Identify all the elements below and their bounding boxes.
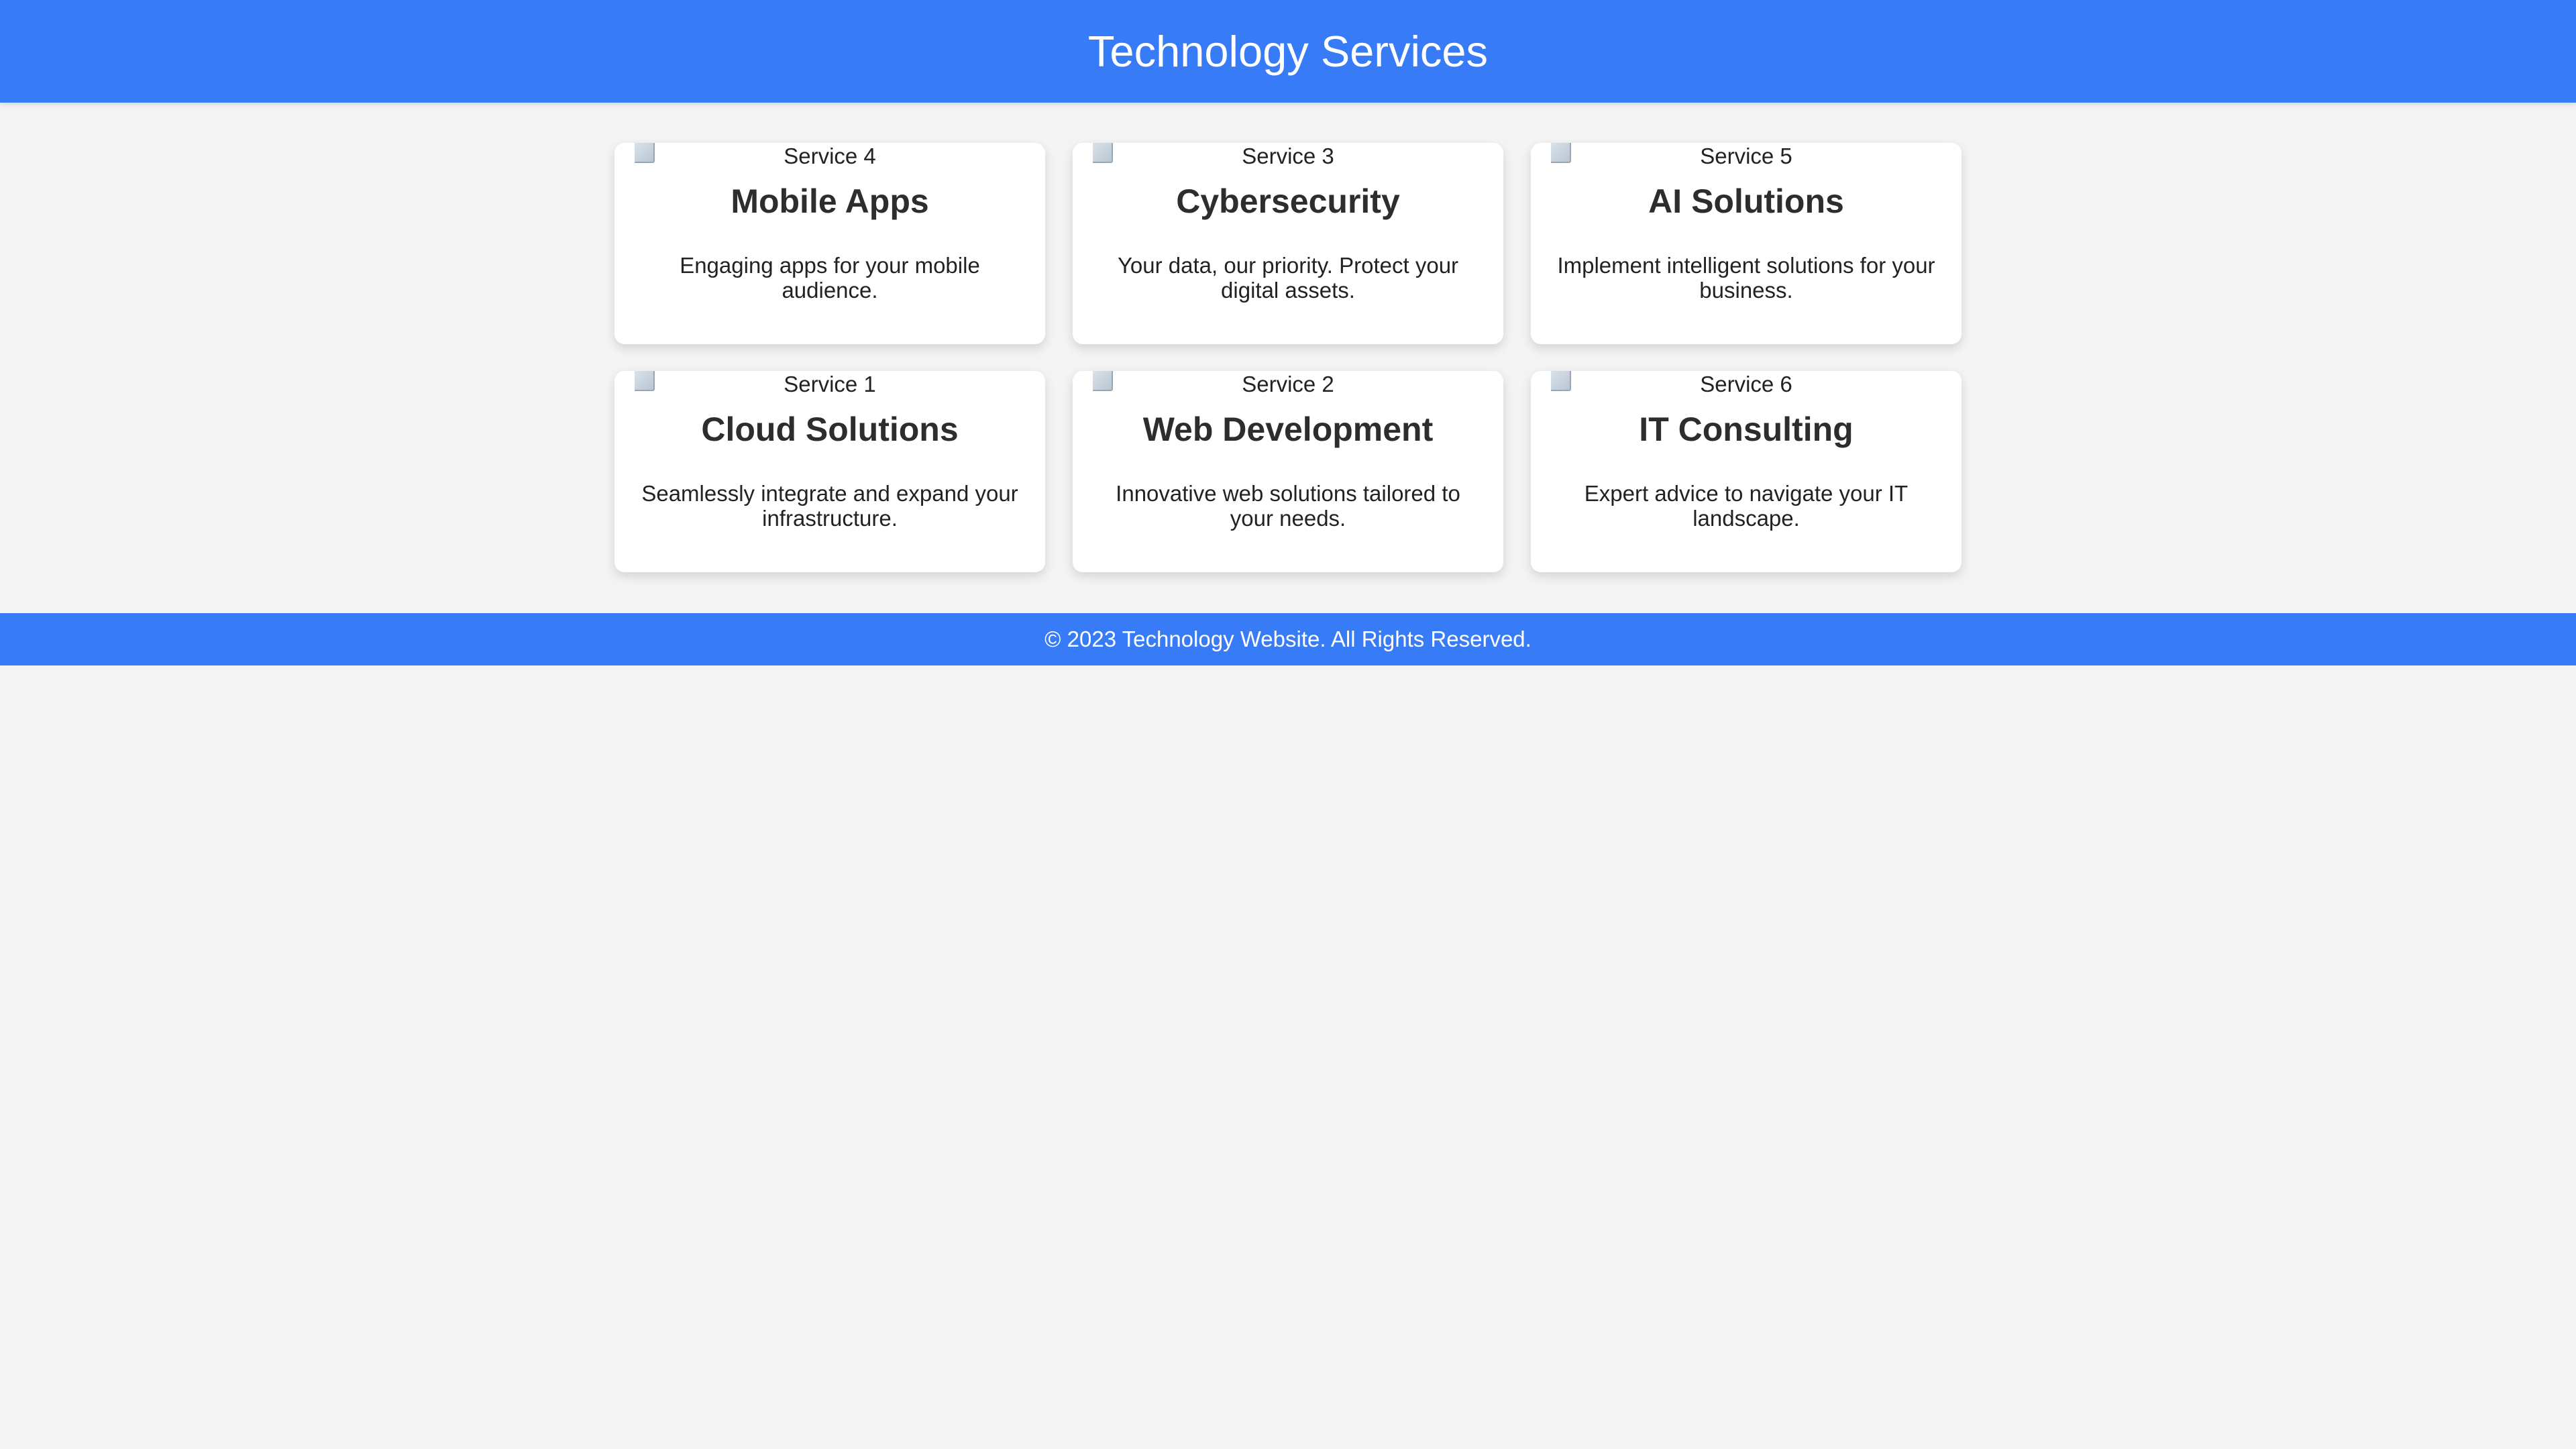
service-card: Service 4 Mobile Apps Engaging apps for …: [614, 143, 1045, 344]
broken-image-icon: [1093, 371, 1113, 391]
site-footer: © 2023 Technology Website. All Rights Re…: [0, 613, 2576, 665]
service-title: Cybersecurity: [1176, 182, 1400, 220]
broken-image-icon: [635, 371, 655, 391]
site-header: Technology Services: [0, 0, 2576, 103]
service-title: AI Solutions: [1648, 182, 1844, 220]
service-image-alt: Service 4: [784, 144, 876, 168]
page-title: Technology Services: [1087, 27, 1489, 76]
broken-image-icon: [635, 143, 655, 163]
service-title: IT Consulting: [1639, 411, 1854, 448]
service-image: Service 3: [1093, 143, 1483, 170]
service-image: Service 6: [1551, 371, 1941, 398]
copyright-text: © 2023 Technology Website. All Rights Re…: [1044, 627, 1532, 651]
service-description: Innovative web solutions tailored to you…: [1116, 481, 1460, 531]
service-image-alt: Service 3: [1242, 144, 1334, 168]
service-image-alt: Service 6: [1700, 372, 1792, 396]
service-card: Service 3 Cybersecurity Your data, our p…: [1073, 143, 1503, 344]
service-image: Service 1: [635, 371, 1025, 398]
services-grid: Service 4 Mobile Apps Engaging apps for …: [614, 143, 1962, 572]
service-title: Mobile Apps: [731, 182, 929, 220]
broken-image-icon: [1093, 143, 1113, 163]
service-image-alt: Service 2: [1242, 372, 1334, 396]
service-title: Web Development: [1142, 411, 1434, 448]
service-image: Service 4: [635, 143, 1025, 170]
service-description: Implement intelligent solutions for your…: [1557, 253, 1935, 303]
service-title: Cloud Solutions: [701, 411, 959, 448]
service-description: Your data, our priority. Protect your di…: [1117, 253, 1459, 303]
service-card: Service 5 AI Solutions Implement intelli…: [1531, 143, 1962, 344]
service-image-alt: Service 5: [1700, 144, 1792, 168]
service-image-alt: Service 1: [784, 372, 876, 396]
service-description: Expert advice to navigate your IT landsc…: [1584, 481, 1909, 531]
broken-image-icon: [1551, 371, 1571, 391]
broken-image-icon: [1551, 143, 1571, 163]
service-image: Service 2: [1093, 371, 1483, 398]
service-card: Service 6 IT Consulting Expert advice to…: [1531, 371, 1962, 572]
service-description: Engaging apps for your mobile audience.: [680, 253, 980, 303]
service-card: Service 1 Cloud Solutions Seamlessly int…: [614, 371, 1045, 572]
service-card: Service 2 Web Development Innovative web…: [1073, 371, 1503, 572]
service-description: Seamlessly integrate and expand your inf…: [641, 481, 1018, 531]
service-image: Service 5: [1551, 143, 1941, 170]
